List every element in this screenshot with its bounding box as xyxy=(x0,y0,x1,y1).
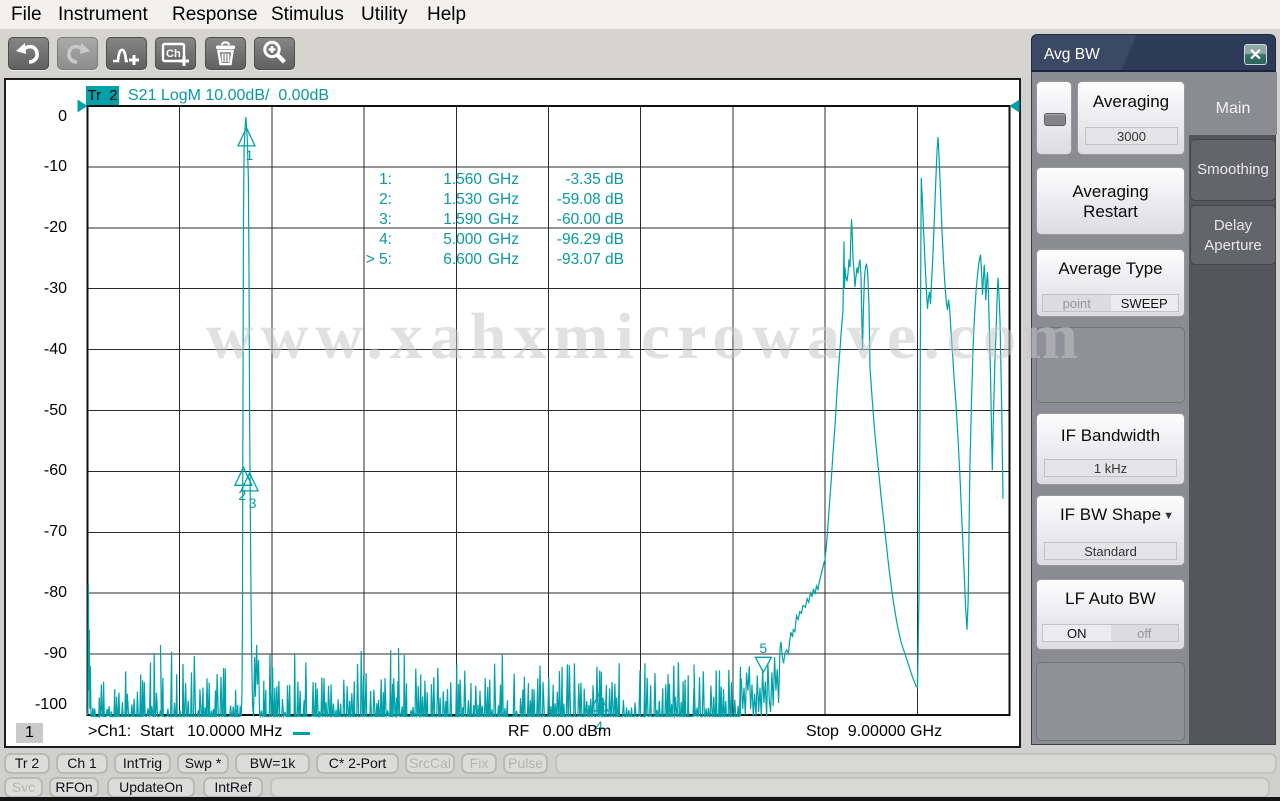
svg-text:Ch: Ch xyxy=(166,48,181,60)
